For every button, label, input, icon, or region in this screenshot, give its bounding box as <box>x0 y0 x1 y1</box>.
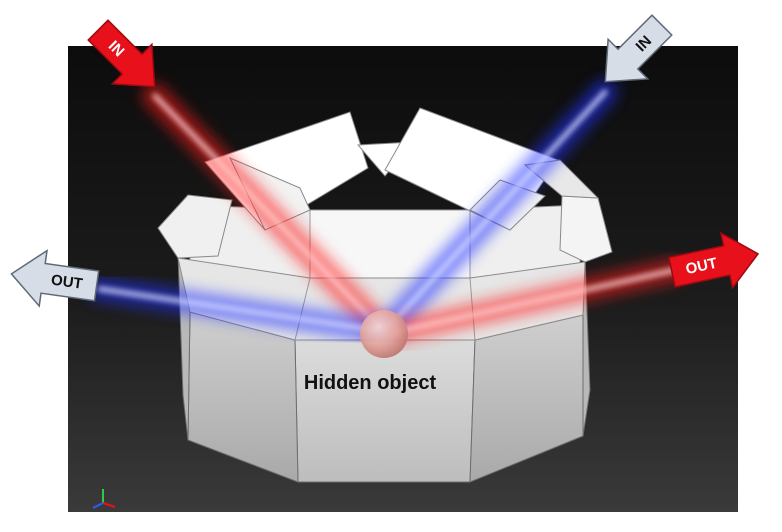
hidden-object-label: Hidden object <box>304 372 437 394</box>
wall-front <box>294 339 476 483</box>
cloak-diagram: Hidden object IN IN OUT OUT <box>10 14 760 512</box>
hidden-object-sphere <box>360 310 408 358</box>
